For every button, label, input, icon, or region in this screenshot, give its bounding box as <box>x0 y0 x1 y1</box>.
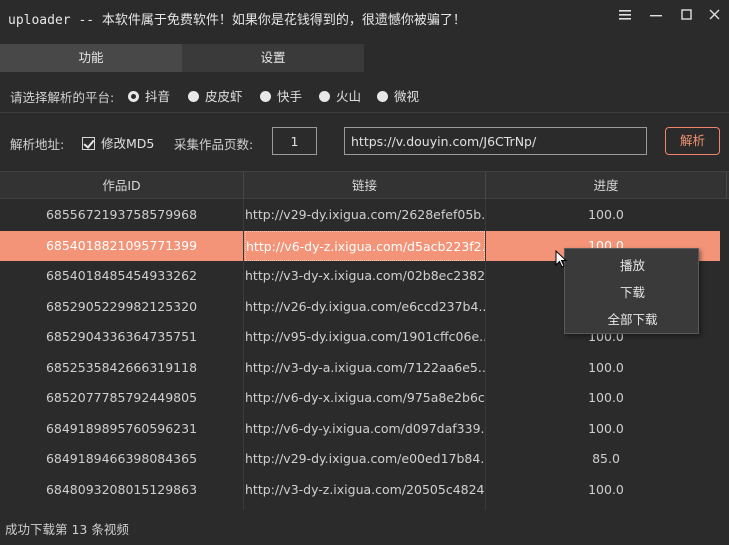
cell-id: 6852535842666319118 <box>45 359 198 375</box>
cell-id: 6854018821095771399 <box>45 237 198 253</box>
radio-label: 皮皮虾 <box>205 89 243 104</box>
table-row[interactable]: 6855672193758579968 http://v29-dy.ixigua.… <box>0 200 720 230</box>
tab-bar: 功能 设置 <box>0 44 729 72</box>
checkbox-checked-icon <box>82 137 95 150</box>
close-icon[interactable] <box>703 6 725 26</box>
cell-link: http://v6-dy-z.ixigua.com/d5acb223f2... <box>245 230 485 261</box>
cell-progress: 85.0 <box>592 451 620 466</box>
table-row[interactable]: 6849189466398084365 http://v29-dy.ixigua.… <box>0 444 720 474</box>
menu-item-download[interactable]: 下载 <box>565 279 700 307</box>
cell-progress: 100.0 <box>588 207 624 222</box>
table-row[interactable]: 6852077785792449805 http://v6-dy-x.ixigua… <box>0 383 720 413</box>
window-title: uploader -- 本软件属于免费软件！如果你是花钱得到的，很遗憾你被骗了！ <box>8 13 466 28</box>
platform-label: 请选择解析的平台: <box>10 90 115 105</box>
radio-label: 抖音 <box>145 89 171 104</box>
column-header-link[interactable]: 链接 <box>244 172 486 199</box>
table-row[interactable]: 6852535842666319118 http://v3-dy-a.ixigua… <box>0 353 720 383</box>
md5-label: 修改MD5 <box>101 136 155 151</box>
radio-unchecked-icon <box>260 91 271 102</box>
cell-link: http://v3-dy-a.ixigua.com/7122aa6e5... <box>245 359 485 375</box>
maximize-icon[interactable] <box>675 6 697 26</box>
mouse-cursor-icon <box>555 249 568 268</box>
column-divider <box>243 199 244 510</box>
table-row[interactable]: 6849189895760596231 http://v6-dy-y.ixigua… <box>0 414 720 444</box>
radio-pipixia[interactable]: 皮皮虾 <box>188 86 243 104</box>
radio-label: 火山 <box>336 89 362 104</box>
address-label: 解析地址: <box>10 137 65 152</box>
cell-id: 6852904336364735751 <box>45 329 198 344</box>
table-header: 作品ID 链接 进度 <box>0 171 729 199</box>
cell-link: http://v95-dy.ixigua.com/1901cffc06e... <box>245 329 485 344</box>
menu-item-play[interactable]: 播放 <box>565 252 700 280</box>
radio-kuaishou[interactable]: 快手 <box>260 86 302 104</box>
column-divider <box>485 199 486 510</box>
cell-id: 6852905229982125320 <box>45 298 198 314</box>
cell-progress: 100.0 <box>588 481 624 497</box>
radio-unchecked-icon <box>188 91 199 102</box>
radio-unchecked-icon <box>377 91 388 102</box>
menu-item-download-all[interactable]: 全部下载 <box>565 306 700 334</box>
radio-douyin[interactable]: 抖音 <box>128 86 170 104</box>
pages-label: 采集作品页数: <box>174 137 254 152</box>
cell-link: http://v6-dy-y.ixigua.com/d097daf339... <box>245 420 485 436</box>
md5-checkbox[interactable]: 修改MD5 <box>82 133 154 152</box>
radio-weishi[interactable]: 微视 <box>377 86 419 104</box>
column-header-id[interactable]: 作品ID <box>0 172 244 199</box>
cell-id: 6849189466398084365 <box>45 451 198 466</box>
url-input[interactable] <box>344 127 647 155</box>
column-header-progress[interactable]: 进度 <box>486 172 727 199</box>
tab-functions[interactable]: 功能 <box>0 44 182 72</box>
cell-link: http://v29-dy.ixigua.com/2628efef05b... <box>245 207 485 222</box>
radio-label: 微视 <box>394 89 420 104</box>
cell-link: http://v26-dy.ixigua.com/e6ccd237b4... <box>245 298 485 314</box>
table-row[interactable]: 6848093208015129863 http://v3-dy-z.ixigua… <box>0 475 720 505</box>
cell-link: http://v29-dy.ixigua.com/e00ed17b84... <box>245 451 485 466</box>
cell-id: 6854018485454933262 <box>45 268 198 283</box>
hamburger-menu-icon[interactable] <box>614 6 636 26</box>
video-table: 作品ID 链接 进度 6855672193758579968 http://v29… <box>0 171 729 510</box>
cell-progress: 100.0 <box>588 390 624 405</box>
cell-link: http://v3-dy-z.ixigua.com/20505c4824... <box>245 481 485 497</box>
context-menu: 播放 下载 全部下载 <box>564 248 699 334</box>
cell-id: 6849189895760596231 <box>45 420 198 436</box>
minimize-icon[interactable] <box>645 6 667 26</box>
cell-link: http://v6-dy-x.ixigua.com/975a8e2b6c... <box>245 390 485 405</box>
cell-id: 6848093208015129863 <box>45 481 198 497</box>
radio-huoshan[interactable]: 火山 <box>319 86 361 104</box>
cell-id: 6852077785792449805 <box>45 390 198 405</box>
radio-label: 快手 <box>277 89 303 104</box>
divider <box>0 112 729 113</box>
cell-link: http://v3-dy-x.ixigua.com/02b8ec2382... <box>245 268 485 283</box>
title-bar: uploader -- 本软件属于免费软件！如果你是花钱得到的，很遗憾你被骗了！ <box>0 0 729 34</box>
tab-settings[interactable]: 设置 <box>182 44 364 72</box>
cell-id: 6855672193758579968 <box>45 207 198 222</box>
pages-input[interactable] <box>272 127 317 155</box>
cell-progress: 100.0 <box>588 420 624 436</box>
status-text: 成功下载第 13 条视频 <box>5 522 129 537</box>
radio-checked-icon <box>128 91 139 102</box>
radio-unchecked-icon <box>319 91 330 102</box>
parse-button[interactable]: 解析 <box>665 127 720 155</box>
cell-progress: 100.0 <box>588 359 624 375</box>
